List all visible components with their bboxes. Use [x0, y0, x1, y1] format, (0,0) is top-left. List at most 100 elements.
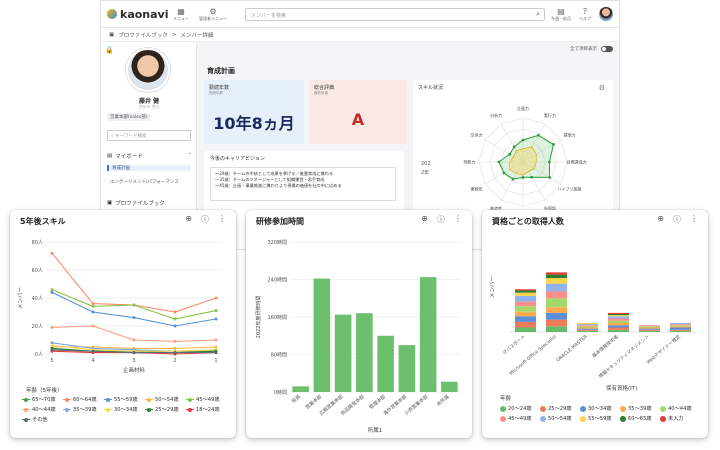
radar-axis-label: 実行力 — [544, 112, 556, 118]
data-point — [91, 349, 95, 353]
radar-point — [508, 152, 512, 156]
sidebar-item-engagement[interactable]: エンゲージメント/パフォーマンス — [107, 179, 191, 185]
legend-item[interactable]: 30〜34歳 — [580, 405, 612, 412]
x-axis-label: 企画材料 — [123, 366, 146, 374]
clipboard-icon: ▤ — [557, 6, 565, 16]
keyword-search-input[interactable]: ⌕ キーワード検索 — [107, 130, 191, 141]
radar-axis-label: 目標達成力 — [567, 159, 587, 165]
help-button[interactable]: ? ヘルプ — [579, 7, 591, 22]
series-line — [51, 291, 217, 327]
more-icon[interactable]: ⋮ — [454, 214, 462, 225]
chevron-up-icon: ˄ — [188, 153, 191, 159]
data-point — [173, 317, 177, 321]
legend-marker — [22, 417, 30, 423]
legend-item[interactable]: 60〜64歳 — [63, 396, 97, 403]
years-card-value: 10年8ヵ月 — [213, 114, 295, 133]
data-point — [132, 351, 136, 355]
data-point — [50, 251, 54, 255]
more-icon[interactable]: ⋮ — [218, 214, 226, 225]
legend-item[interactable]: その他 — [22, 416, 48, 423]
data-point — [50, 344, 54, 348]
admin-menu-label: 管理者メニュー — [199, 15, 227, 21]
zoom-icon[interactable]: ⊕ — [185, 214, 192, 225]
stacked-bar-segment — [514, 301, 537, 307]
profile-photo — [126, 48, 170, 92]
legend-item[interactable]: 25〜29歳 — [540, 405, 572, 412]
legend-item[interactable]: 45〜49歳 — [500, 415, 532, 422]
legend-item[interactable]: 未入力 — [660, 415, 684, 422]
sidebar-item-plan[interactable]: 育成計画 — [107, 165, 191, 171]
top-bar: kaonavi ▦ メニュー ⚙ 管理者メニュー メンバーを検索 ⌕ ▤ 今週・前月 ?… — [101, 1, 619, 28]
keyword-placeholder: キーワード検索 — [114, 134, 147, 139]
legend-title: 年齢 — [500, 396, 512, 402]
bar — [356, 313, 373, 392]
zoom-icon[interactable]: ⊕ — [421, 214, 428, 225]
radar-axis-label: 分析力 — [490, 112, 502, 118]
legend-item[interactable]: 55〜59歳 — [104, 396, 138, 403]
certification-stacked-chart: ITパスポートMicrosoft Office SpecialistORACLE… — [489, 272, 696, 392]
legend-item[interactable]: 20〜24歳 — [500, 405, 532, 412]
member-search-input[interactable]: メンバーを検索 ⌕ — [245, 7, 545, 21]
stacked-bar-segment — [514, 292, 537, 296]
stacked-bar-segment — [576, 328, 599, 330]
bar — [419, 277, 437, 392]
search-placeholder: メンバーを検索 — [251, 12, 287, 19]
data-point — [50, 341, 54, 345]
legend-item[interactable]: 60〜65歳 — [620, 415, 652, 422]
legend-label: 40〜44歳 — [32, 407, 56, 413]
weekly-button[interactable]: ▤ 今週・前月 — [551, 7, 571, 22]
breadcrumb-root[interactable]: プロファイルブック — [118, 31, 168, 39]
legend-item[interactable]: 30〜34歳 — [104, 406, 138, 413]
legend-item[interactable]: 35〜39歳 — [620, 405, 652, 412]
info-icon[interactable]: ⓘ — [437, 214, 445, 225]
more-icon[interactable]: ⋮ — [690, 214, 698, 225]
breadcrumb: ▣ プロファイルブック > メンバー詳細 — [101, 28, 619, 42]
stacked-bar-segment — [514, 289, 537, 291]
my-board-header[interactable]: ▤ マイボード ˄ — [107, 152, 191, 160]
data-point — [50, 348, 54, 352]
show-all-toggle[interactable] — [601, 46, 613, 52]
legend-item[interactable]: 50〜54歳 — [540, 415, 572, 422]
y-tick-label: 80時間 — [271, 353, 287, 359]
info-icon[interactable]: ⓘ — [673, 214, 681, 225]
admin-menu-button[interactable]: ⚙ 管理者メニュー — [199, 7, 227, 22]
stacked-bar-segment — [576, 329, 599, 331]
legend-item[interactable]: 25〜29歳 — [145, 406, 179, 413]
stacked-bar-segment — [576, 324, 599, 326]
data-point — [214, 309, 218, 313]
data-point — [173, 339, 177, 343]
legend-item[interactable]: 18〜24歳 — [186, 406, 220, 413]
logo[interactable]: kaonavi — [107, 8, 169, 21]
menu-button[interactable]: ▦ メニュー — [173, 7, 189, 22]
stacked-bar-segment — [669, 327, 692, 330]
board-icon: ▤ — [107, 153, 113, 159]
x-tick-label: 4 — [91, 358, 94, 364]
profile-book-header[interactable]: ▣ プロファイルブック — [107, 199, 191, 207]
panel-certifications: 資格ごとの取得人数 ⊕ ⓘ ⋮ ITパスポート Microsoft Office Sp… — [482, 210, 708, 438]
legend-label: 35〜39歳 — [73, 407, 97, 413]
radar-point — [497, 160, 501, 164]
radar-point — [521, 176, 525, 179]
legend-item[interactable]: 65〜70歳 — [22, 396, 56, 403]
panel-five-year-skill: 5年後スキル ⊕ ⓘ ⋮ 0人 20人 40人 60人 80人 5 4 3 2 1 企画材料 メンバー 年… — [10, 210, 236, 438]
stacked-bar-segment — [669, 325, 692, 327]
stacked-bar-segment — [545, 312, 568, 320]
legend-item[interactable]: 40〜44歳 — [22, 406, 56, 413]
user-avatar[interactable] — [599, 7, 613, 21]
data-point — [91, 310, 95, 314]
info-icon[interactable]: ⓘ — [201, 214, 209, 225]
legend-label: 40〜44歳 — [668, 406, 692, 412]
legend-item[interactable]: 50〜54歳 — [145, 396, 179, 403]
legend-item[interactable]: 40〜44歳 — [660, 405, 692, 412]
settings-icon[interactable]: ⚙ — [599, 84, 605, 92]
stacked-bar-segment — [576, 326, 599, 328]
stacked-bar-segment — [638, 330, 661, 332]
legend-item[interactable]: 35〜39歳 — [63, 406, 97, 413]
legend-label: 55〜59歳 — [588, 416, 612, 422]
y-tick-label: 40人 — [32, 296, 43, 302]
search-icon[interactable]: ⌕ — [536, 10, 540, 19]
radar-axis-label: ハイブリ英語 — [558, 185, 582, 191]
legend-item[interactable]: 45〜49歳 — [186, 396, 220, 403]
zoom-icon[interactable]: ⊕ — [657, 214, 664, 225]
legend-item[interactable]: 55〜59歳 — [580, 415, 612, 422]
